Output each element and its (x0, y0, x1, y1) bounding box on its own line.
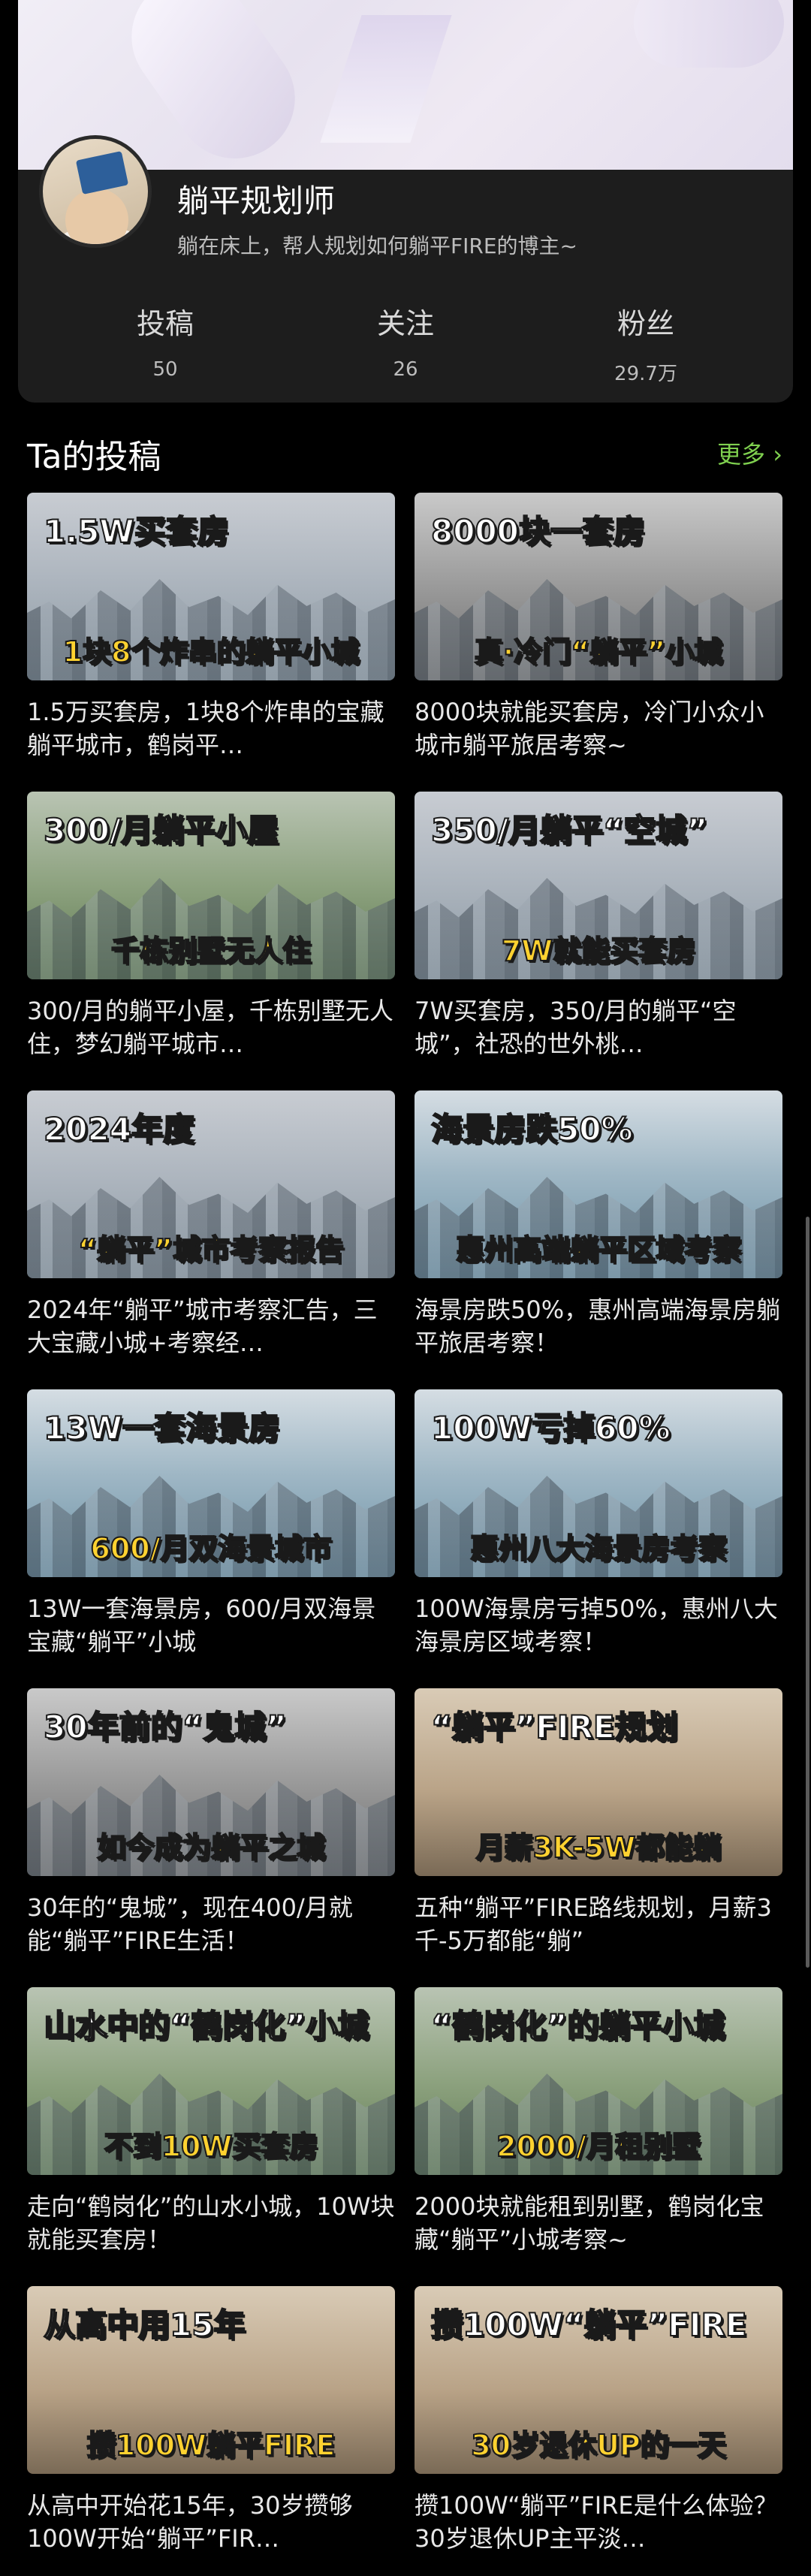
thumbnail-title: 350/月躺平“空城” (420, 799, 719, 857)
video-card[interactable]: 13W一套海景房 600/月双海景城市 13W一套海景房，600/月双海景宝藏“… (27, 1389, 395, 1658)
thumbnail-title: 1.5W买套房 (33, 500, 240, 558)
video-card[interactable]: 山水中的“鹤岗化”小城 不到10W买套房 走向“鹤岗化”的山水小城，10W块就能… (27, 1987, 395, 2256)
profile-card: 躺平规划师 躺在床上，帮人规划如何躺平FIRE的博主~ 投稿 50 关注 26 … (18, 0, 793, 403)
stat-following-value: 26 (393, 358, 418, 381)
thumbnail-subtitle: 1块8个炸串的躺平小城 (62, 635, 360, 669)
thumbnail-subtitle: 真·冷门“躺平”小城 (474, 635, 723, 669)
thumbnail-title: 30年前的“鬼城” (33, 1696, 297, 1754)
video-title[interactable]: 走向“鹤岗化”的山水小城，10W块就能买套房！ (27, 2190, 395, 2256)
thumbnail-subtitle: 惠州八大海景房考察 (469, 1531, 728, 1566)
video-title[interactable]: 13W一套海景房，600/月双海景宝藏“躺平”小城 (27, 1592, 395, 1658)
scrollbar[interactable] (806, 1217, 809, 1968)
video-title[interactable]: 2024年“躺平”城市考察汇告，三大宝藏小城+考察经… (27, 1293, 395, 1359)
video-thumbnail[interactable]: 攒100W“躺平”FIRE 30岁退休UP的一天 (415, 2286, 782, 2474)
video-title[interactable]: 30年的“鬼城”，现在400/月就能“躺平”FIRE生活！ (27, 1891, 395, 1957)
video-card[interactable]: 300/月躺平小屋 千栋别墅无人住 300/月的躺平小屋，千栋别墅无人住，梦幻躺… (27, 792, 395, 1060)
video-thumbnail[interactable]: 13W一套海景房 600/月双海景城市 (27, 1389, 395, 1577)
video-card[interactable]: “躺平”FIRE规划 月薪3K-5W都能躺 五种“躺平”FIRE路线规划，月薪3… (415, 1688, 782, 1957)
video-thumbnail[interactable]: 30年前的“鬼城” 如今成为躺平之城 (27, 1688, 395, 1876)
stat-posts[interactable]: 投稿 50 (68, 300, 263, 381)
video-thumbnail[interactable]: 8000块一套房 真·冷门“躺平”小城 (415, 493, 782, 680)
thumbnail-subtitle: 如今成为躺平之城 (96, 1830, 326, 1865)
video-thumbnail[interactable]: 350/月躺平“空城” 7W就能买套房 (415, 792, 782, 979)
video-title[interactable]: 7W买套房，350/月的躺平“空城”，社恐的世外桃… (415, 994, 782, 1060)
thumbnail-subtitle: 600/月双海景城市 (89, 1531, 332, 1566)
video-card[interactable]: 海景房跌50% 惠州高端躺平区域考察 海景房跌50%，惠州高端海景房躺平旅居考察… (415, 1090, 782, 1359)
thumbnail-title: 2024年度 (33, 1098, 205, 1156)
video-card[interactable]: 100W亏掉60% 惠州八大海景房考察 100W海景房亏掉50%，惠州八大海景房… (415, 1389, 782, 1658)
thumbnail-subtitle: 攒100W躺平FIRE (86, 2428, 336, 2463)
video-title[interactable]: 从高中开始花15年，30岁攒够100W开始“躺平”FIR… (27, 2489, 395, 2555)
thumbnail-subtitle: 千栋别墅无人住 (110, 934, 312, 968)
thumbnail-title: 攒100W“躺平”FIRE (421, 2294, 758, 2351)
stat-following[interactable]: 关注 26 (308, 300, 503, 381)
video-card[interactable]: 350/月躺平“空城” 7W就能买套房 7W买套房，350/月的躺平“空城”，社… (415, 792, 782, 1060)
thumbnail-title: 8000块一套房 (421, 500, 656, 558)
video-card[interactable]: “鹤岗化”的躺平小城 2000/月租别墅 2000块就能租到别墅，鹤岗化宝藏“躺… (415, 1987, 782, 2256)
stat-posts-label: 投稿 (136, 307, 194, 340)
thumbnail-title: 100W亏掉60% (421, 1397, 681, 1455)
video-thumbnail[interactable]: 2024年度 “躺平”城市考察报告 (27, 1090, 395, 1278)
thumbnail-title: “鹤岗化”的躺平小城 (420, 1995, 736, 2053)
video-title[interactable]: 100W海景房亏掉50%，惠州八大海景房区域考察！ (415, 1592, 782, 1658)
video-card[interactable]: 8000块一套房 真·冷门“躺平”小城 8000块就能买套房，冷门小众小城市躺平… (415, 493, 782, 762)
thumbnail-subtitle: 30岁退休UP的一天 (470, 2428, 727, 2463)
video-thumbnail[interactable]: “鹤岗化”的躺平小城 2000/月租别墅 (415, 1987, 782, 2175)
stat-followers-value: 29.7万 (614, 363, 677, 385)
thumbnail-subtitle: 惠州高端躺平区域考察 (455, 1232, 742, 1267)
profile-bio: 躺在床上，帮人规划如何躺平FIRE的博主~ (177, 234, 577, 258)
video-title[interactable]: 海景房跌50%，惠州高端海景房躺平旅居考察！ (415, 1293, 782, 1359)
thumbnail-subtitle: 月薪3K-5W都能躺 (475, 1830, 722, 1865)
thumbnail-title: “躺平”FIRE规划 (421, 1696, 689, 1754)
video-thumbnail[interactable]: 从高中用15年 攒100W躺平FIRE (27, 2286, 395, 2474)
thumbnail-title: 13W一套海景房 (33, 1397, 291, 1455)
video-card[interactable]: 30年前的“鬼城” 如今成为躺平之城 30年的“鬼城”，现在400/月就能“躺平… (27, 1688, 395, 1957)
stat-posts-value: 50 (152, 358, 178, 381)
video-card[interactable]: 攒100W“躺平”FIRE 30岁退休UP的一天 攒100W“躺平”FIRE是什… (415, 2286, 782, 2555)
stat-followers[interactable]: 粉丝 29.7万 (548, 300, 743, 386)
thumbnail-subtitle: 2000/月租别墅 (496, 2129, 701, 2164)
video-card[interactable]: 2024年度 “躺平”城市考察报告 2024年“躺平”城市考察汇告，三大宝藏小城… (27, 1090, 395, 1359)
profile-banner (18, 0, 793, 182)
video-thumbnail[interactable]: 100W亏掉60% 惠州八大海景房考察 (415, 1389, 782, 1577)
thumbnail-subtitle: 不到10W买套房 (104, 2129, 319, 2164)
video-thumbnail[interactable]: “躺平”FIRE规划 月薪3K-5W都能躺 (415, 1688, 782, 1876)
profile-name[interactable]: 躺平规划师 (177, 176, 335, 222)
thumbnail-subtitle: “躺平”城市考察报告 (77, 1232, 345, 1267)
avatar[interactable] (39, 135, 152, 248)
video-title[interactable]: 五种“躺平”FIRE路线规划，月薪3千-5万都能“躺” (415, 1891, 782, 1957)
thumbnail-title: 300/月躺平小屋 (32, 799, 290, 857)
video-thumbnail[interactable]: 海景房跌50% 惠州高端躺平区域考察 (415, 1090, 782, 1278)
video-title[interactable]: 1.5万买套房，1块8个炸串的宝藏躺平城市，鹤岗平… (27, 695, 395, 762)
thumbnail-title: 海景房跌50% (421, 1098, 644, 1156)
video-thumbnail[interactable]: 山水中的“鹤岗化”小城 不到10W买套房 (27, 1987, 395, 2175)
video-title[interactable]: 300/月的躺平小屋，千栋别墅无人住，梦幻躺平城市… (27, 994, 395, 1060)
video-title[interactable]: 8000块就能买套房，冷门小众小城市躺平旅居考察~ (415, 695, 782, 762)
video-card[interactable]: 1.5W买套房 1块8个炸串的躺平小城 1.5万买套房，1块8个炸串的宝藏躺平城… (27, 493, 395, 762)
thumbnail-title: 山水中的“鹤岗化”小城 (32, 1995, 380, 2053)
thumbnail-title: 从高中用15年 (32, 2294, 256, 2351)
video-title[interactable]: 2000块就能租到别墅，鹤岗化宝藏“躺平”小城考察~ (415, 2190, 782, 2256)
video-thumbnail[interactable]: 300/月躺平小屋 千栋别墅无人住 (27, 792, 395, 979)
thumbnail-subtitle: 7W就能买套房 (501, 934, 696, 968)
stat-followers-label: 粉丝 (617, 307, 674, 340)
more-link[interactable]: 更多 › (717, 436, 782, 470)
video-card[interactable]: 从高中用15年 攒100W躺平FIRE 从高中开始花15年，30岁攒够100W开… (27, 2286, 395, 2555)
stat-following-label: 关注 (376, 307, 434, 340)
video-title[interactable]: 攒100W“躺平”FIRE是什么体验？30岁退休UP主平淡… (415, 2489, 782, 2555)
section-title: Ta的投稿 (27, 438, 161, 476)
video-thumbnail[interactable]: 1.5W买套房 1块8个炸串的躺平小城 (27, 493, 395, 680)
